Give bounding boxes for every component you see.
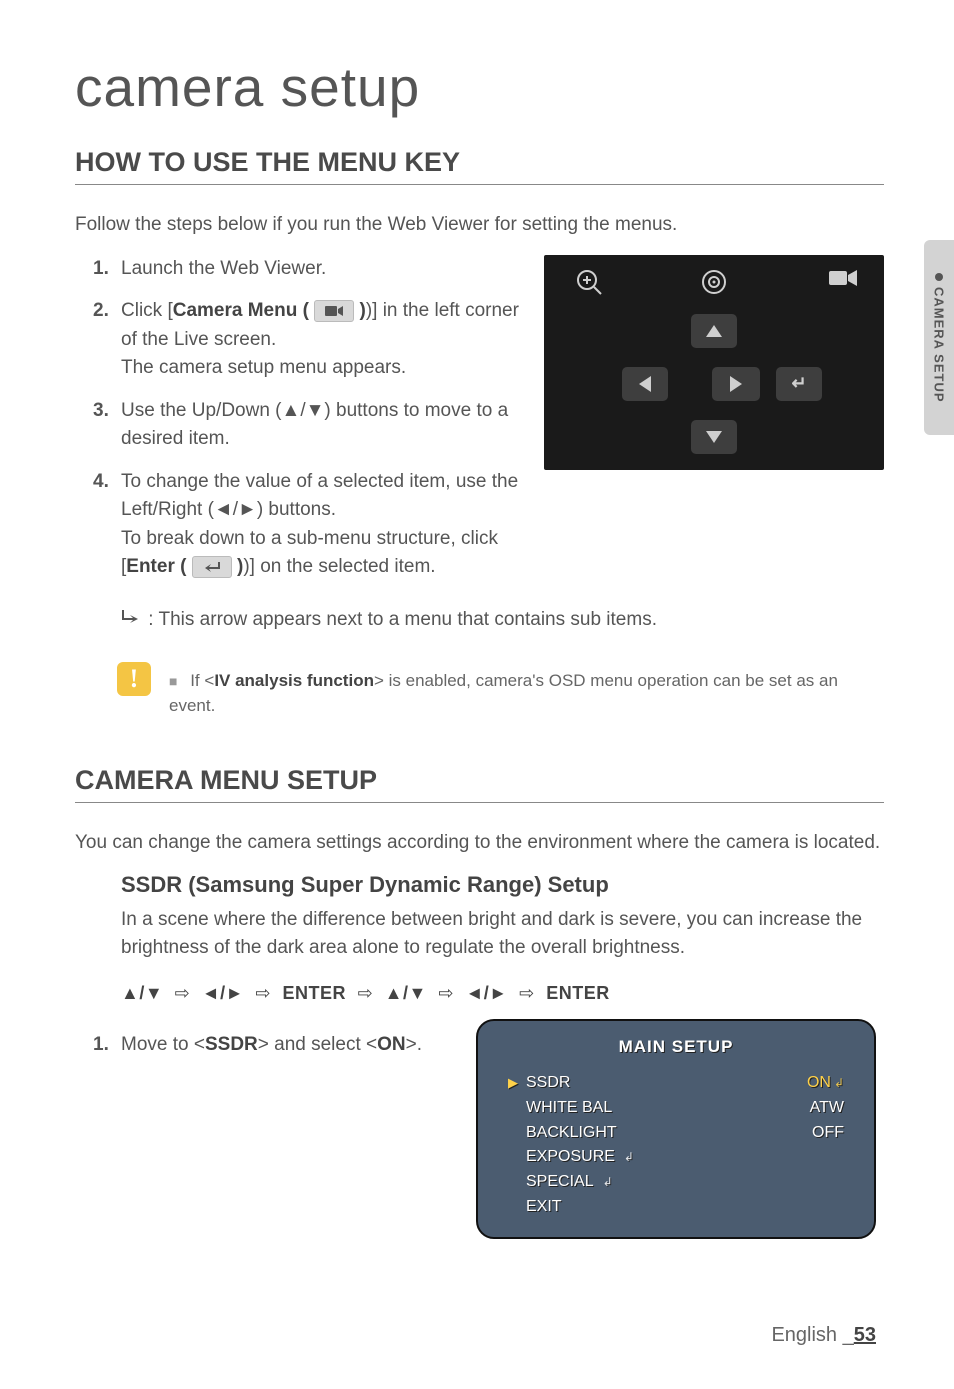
section1-two-col: 1. Launch the Web Viewer. 2. Click [Came…	[75, 255, 884, 596]
arrow-note-text: : This arrow appears next to a menu that…	[148, 609, 657, 630]
osd-row-ssdr: ▶ SSDR ON↲	[508, 1071, 844, 1096]
step-2-line2: The camera setup menu appears.	[121, 357, 406, 378]
step-3-text: Use the Up/Down (▲/▼) buttons to move to…	[121, 400, 508, 450]
osd-row-backlight: BACKLIGHT OFF	[508, 1121, 844, 1146]
step-2: 2. Click [Camera Menu ( ))] in the left …	[121, 297, 524, 383]
step-4: 4. To change the value of a selected ite…	[121, 468, 524, 582]
dpad-enter-button[interactable]: ↵	[776, 367, 822, 401]
section2-intro: You can change the camera settings accor…	[75, 829, 884, 857]
step-4-l2c: )] on the selected item.	[243, 556, 435, 577]
enter-button-icon	[192, 556, 232, 578]
footer-page: 53	[854, 1324, 876, 1346]
nav-arrow-icon: ⇨	[519, 983, 535, 1003]
sub-menu-arrow-icon	[121, 608, 139, 632]
nav-g1: ▲/▼	[121, 983, 163, 1003]
steps-list: 1. Launch the Web Viewer. 2. Click [Came…	[75, 255, 524, 582]
ssdr-step-1-num: 1.	[93, 1034, 109, 1056]
down-arrow-icon	[706, 431, 722, 443]
step-2-bold: Camera Menu (	[173, 300, 309, 321]
osd-r2-val: ATW	[810, 1096, 844, 1121]
osd-row-special: SPECIAL ↲	[508, 1170, 844, 1195]
section1-steps-col: 1. Launch the Web Viewer. 2. Click [Came…	[75, 255, 524, 596]
info-bullet-icon: ■	[169, 673, 177, 689]
nav-g5: ◄/►	[465, 983, 507, 1003]
osd-r3-label: BACKLIGHT	[526, 1121, 617, 1146]
step-2-num: 2.	[93, 297, 109, 326]
osd-r1-label: SSDR	[526, 1071, 570, 1096]
osd-r3-val: OFF	[812, 1121, 844, 1146]
ssdr-sub-heading: SSDR (Samsung Super Dynamic Range) Setup	[121, 872, 884, 898]
osd-sub-icon: ↲	[834, 1076, 844, 1090]
osd-sub-icon: ↲	[603, 1173, 613, 1192]
right-arrow-icon	[730, 376, 742, 392]
page-footer: English _53	[771, 1324, 876, 1347]
dpad-right-button[interactable]	[712, 367, 760, 401]
step-1-text: Launch the Web Viewer.	[121, 258, 326, 279]
osd-screen: MAIN SETUP ▶SSDR ON↲ WHITE BAL ATW BACKL…	[476, 1019, 876, 1239]
enter-icon: ↵	[791, 373, 806, 394]
step-4-l2b: Enter (	[126, 556, 186, 577]
step-4-num: 4.	[93, 468, 109, 497]
step-3-num: 3.	[93, 397, 109, 426]
ssdr-sub-text: In a scene where the difference between …	[121, 906, 884, 961]
focus-icon[interactable]	[699, 267, 729, 302]
section1-intro: Follow the steps below if you run the We…	[75, 211, 884, 239]
nav-arrow-icon: ⇨	[255, 983, 271, 1003]
nav-g4: ▲/▼	[385, 983, 427, 1003]
side-tab-text: CAMERA SETUP	[932, 287, 947, 403]
nav-g3: ENTER	[283, 983, 347, 1003]
ssdr-step-1-b1: SSDR	[205, 1034, 258, 1055]
osd-row-exposure: EXPOSURE ↲	[508, 1145, 844, 1170]
ssdr-step-1-mid: > and select <	[258, 1034, 377, 1055]
dpad-left-button[interactable]	[622, 367, 668, 401]
side-tab-dot-icon	[935, 273, 943, 281]
info-text: ■ If <IV analysis function> is enabled, …	[169, 662, 884, 719]
footer-sep: _	[843, 1324, 854, 1346]
step-4-l1: To change the value of a selected item, …	[121, 471, 518, 521]
zoom-in-icon[interactable]	[574, 267, 604, 302]
step-1: 1. Launch the Web Viewer.	[121, 255, 524, 284]
osd-r1-val: ON	[807, 1074, 831, 1091]
info-bold: IV analysis function	[214, 671, 374, 690]
osd-r6-label: EXIT	[526, 1195, 562, 1220]
step-3: 3. Use the Up/Down (▲/▼) buttons to move…	[121, 397, 524, 454]
camera-icon[interactable]	[827, 267, 859, 294]
nav-arrow-icon: ⇨	[358, 983, 374, 1003]
left-arrow-icon	[639, 376, 651, 392]
chapter-title: camera setup	[75, 55, 884, 119]
dpad-panel: ↵	[544, 255, 884, 470]
step-1-num: 1.	[93, 255, 109, 284]
osd-r4-label: EXPOSURE	[526, 1145, 615, 1170]
side-tab: CAMERA SETUP	[924, 240, 954, 435]
osd-title: MAIN SETUP	[508, 1037, 844, 1057]
info-note: ! ■ If <IV analysis function> is enabled…	[117, 662, 884, 719]
ssdr-step-1-post: >.	[406, 1034, 422, 1055]
ssdr-step-1-b2: ON	[377, 1034, 406, 1055]
osd-pointer-icon: ▶	[508, 1073, 520, 1093]
info-badge-icon: !	[117, 662, 151, 696]
osd-r2-label: WHITE BAL	[526, 1096, 612, 1121]
nav-g6: ENTER	[546, 983, 610, 1003]
step-2-pre: Click [	[121, 300, 173, 321]
osd-r5-label: SPECIAL	[526, 1170, 594, 1195]
camera-menu-button-icon	[314, 300, 354, 322]
sub-item-arrow-note: : This arrow appears next to a menu that…	[121, 608, 884, 632]
ssdr-step-1-pre: Move to <	[121, 1034, 205, 1055]
nav-arrow-icon: ⇨	[438, 983, 454, 1003]
section-heading-camera-menu: CAMERA MENU SETUP	[75, 765, 884, 803]
section-heading-menu-key: HOW TO USE THE MENU KEY	[75, 147, 884, 185]
osd-row-whitebal: WHITE BAL ATW	[508, 1096, 844, 1121]
dpad-up-button[interactable]	[691, 314, 737, 348]
nav-g2: ◄/►	[202, 983, 244, 1003]
nav-arrow-icon: ⇨	[175, 983, 191, 1003]
info-pre: If <	[190, 671, 214, 690]
side-tab-label: CAMERA SETUP	[932, 273, 947, 403]
up-arrow-icon	[706, 325, 722, 337]
dpad-down-button[interactable]	[691, 420, 737, 454]
osd-sub-icon: ↲	[624, 1148, 634, 1167]
footer-lang: English	[771, 1324, 837, 1346]
osd-row-exit: EXIT	[508, 1195, 844, 1220]
nav-sequence: ▲/▼ ⇨ ◄/► ⇨ ENTER ⇨ ▲/▼ ⇨ ◄/► ⇨ ENTER	[121, 983, 884, 1004]
